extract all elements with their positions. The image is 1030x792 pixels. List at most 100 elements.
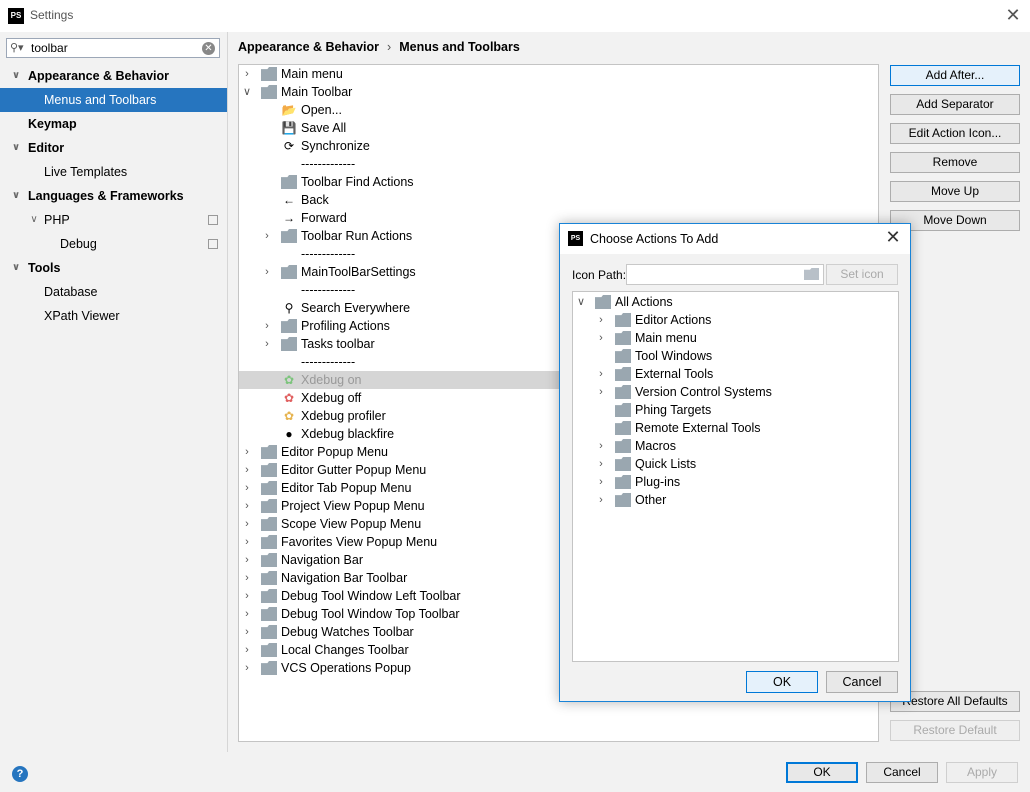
chevron-right-icon[interactable]: › [595,455,607,473]
tree-row-label: Editor Gutter Popup Menu [281,463,427,477]
chevron-right-icon[interactable]: › [261,263,273,281]
remove-button[interactable]: Remove [890,152,1020,173]
folder-icon [615,385,631,399]
dialog-ok-button[interactable]: OK [746,671,818,693]
tree-row[interactable]: ← Back [239,191,878,209]
chevron-right-icon[interactable]: › [241,623,253,641]
folder-icon[interactable] [804,268,819,280]
sidebar-item-live-templates[interactable]: Live Templates [44,160,127,184]
arrow-left-icon: ← [283,193,295,207]
chevron-right-icon[interactable]: › [241,569,253,587]
tree-row[interactable]: ∨ All Actions [573,293,898,311]
sidebar-item-keymap[interactable]: Keymap [28,112,77,136]
chevron-right-icon[interactable]: › [261,317,273,335]
sidebar-item-xpath-viewer[interactable]: XPath Viewer [44,304,120,328]
chevron-right-icon[interactable]: › [241,587,253,605]
tree-row[interactable]: › External Tools [573,365,898,383]
chevron-right-icon[interactable]: › [241,497,253,515]
chevron-right-icon[interactable]: › [595,437,607,455]
tree-row[interactable]: › Main menu [239,65,878,83]
ok-button[interactable]: OK [786,762,858,783]
close-icon[interactable]: ✕ [882,227,904,248]
clear-search-icon[interactable]: ✕ [202,42,215,55]
chevron-right-icon[interactable]: › [261,227,273,245]
chevron-right-icon[interactable]: › [241,461,253,479]
tree-row-label: ------------- [301,283,356,297]
search-field[interactable]: ⚲▾ ✕ [6,38,220,58]
chevron-right-icon[interactable]: › [241,479,253,497]
window-title: Settings [30,8,74,22]
chevron-right-icon[interactable]: › [241,515,253,533]
cancel-button[interactable]: Cancel [866,762,938,783]
chevron-down-icon[interactable]: ∨ [10,64,22,88]
tree-row-label: Main menu [281,67,343,81]
chevron-right-icon[interactable]: › [241,65,253,83]
folder-icon [281,319,297,333]
chevron-down-icon[interactable]: ∨ [10,136,22,160]
folder-icon [261,661,277,675]
tree-row[interactable]: › Plug-ins [573,473,898,491]
move-up-button[interactable]: Move Up [890,181,1020,202]
chevron-right-icon[interactable]: › [595,491,607,509]
tree-row[interactable]: Tool Windows [573,347,898,365]
tree-row-label: Save All [301,121,347,135]
folder-icon [595,295,611,309]
chevron-right-icon[interactable]: › [241,659,253,677]
close-icon[interactable]: ✕ [1002,4,1024,26]
project-settings-icon [208,239,218,249]
phpstorm-icon: PS [568,231,583,246]
add-separator-button[interactable]: Add Separator [890,94,1020,115]
tree-row-label: Other [635,493,667,507]
tree-row[interactable]: ⟳ Synchronize [239,137,878,155]
chevron-right-icon[interactable]: › [241,605,253,623]
chevron-down-icon[interactable]: ∨ [10,184,22,208]
all-actions-tree[interactable]: ∨ All Actions › Editor Actions › Main menu Too… [572,291,899,662]
add-after-button[interactable]: Add After... [890,65,1020,86]
sidebar-item-menus-toolbars[interactable]: Menus and Toolbars [44,88,156,112]
chevron-right-icon[interactable]: › [595,329,607,347]
tree-row[interactable]: 💾 Save All [239,119,878,137]
sidebar-item-debug[interactable]: Debug [60,232,97,256]
tree-row[interactable]: › Other [573,491,898,509]
tree-row-label: Search Everywhere [301,301,411,315]
window-titlebar: PS Settings ✕ [0,0,1030,32]
debug-icon: ✿ [283,373,295,387]
chevron-right-icon[interactable]: › [241,443,253,461]
chevron-down-icon[interactable]: ∨ [28,208,40,232]
edit-action-icon-button[interactable]: Edit Action Icon... [890,123,1020,144]
chevron-right-icon[interactable]: › [241,551,253,569]
tree-row[interactable]: 📂 Open... [239,101,878,119]
folder-icon [261,553,277,567]
tree-row[interactable]: Toolbar Find Actions [239,173,878,191]
tree-row[interactable]: › Version Control Systems [573,383,898,401]
chevron-right-icon[interactable]: › [241,533,253,551]
tree-row[interactable]: › Macros [573,437,898,455]
folder-icon [615,349,631,363]
tree-row[interactable]: › Quick Lists [573,455,898,473]
chevron-right-icon[interactable]: › [595,311,607,329]
tree-row[interactable]: Phing Targets [573,401,898,419]
folder-icon [261,625,277,639]
choose-actions-dialog: PS Choose Actions To Add ✕ Icon Path: Se… [559,223,911,702]
chevron-down-icon[interactable]: ∨ [241,83,253,101]
chevron-right-icon[interactable]: › [595,473,607,491]
chevron-down-icon[interactable]: ∨ [575,293,587,311]
tree-row[interactable]: › Editor Actions [573,311,898,329]
tree-row[interactable]: ------------- [239,155,878,173]
chevron-right-icon[interactable]: › [261,335,273,353]
chevron-down-icon[interactable]: ∨ [10,256,22,280]
chevron-right-icon[interactable]: › [595,365,607,383]
tree-row[interactable]: › Main menu [573,329,898,347]
tree-row[interactable]: ∨ Main Toolbar [239,83,878,101]
tree-row[interactable]: Remote External Tools [573,419,898,437]
folder-icon [281,229,297,243]
search-input[interactable] [31,40,201,56]
tree-row-label: Debug Tool Window Left Toolbar [281,589,461,603]
chevron-right-icon[interactable]: › [595,383,607,401]
tree-row-label: Local Changes Toolbar [281,643,409,657]
sidebar-item-database[interactable]: Database [44,280,98,304]
icon-path-input[interactable] [626,264,824,285]
help-icon[interactable]: ? [12,766,28,782]
chevron-right-icon[interactable]: › [241,641,253,659]
dialog-cancel-button[interactable]: Cancel [826,671,898,693]
